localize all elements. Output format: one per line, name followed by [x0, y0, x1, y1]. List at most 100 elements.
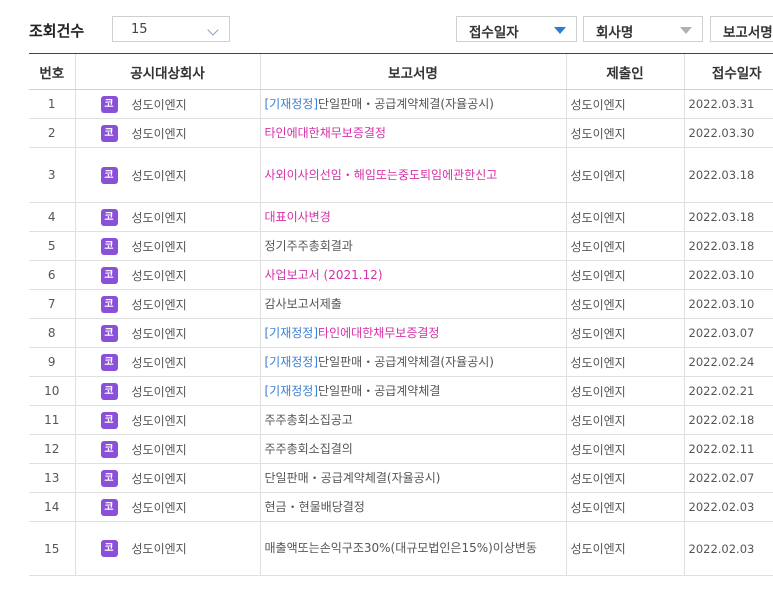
report-cell: 사외이사의선임・해임또는중도퇴임에관한신고 — [259, 147, 566, 203]
result-count-select[interactable]: 15 — [112, 16, 230, 42]
company-link[interactable]: 성도이엔지 — [132, 296, 187, 313]
kosdaq-badge-icon: 코 — [100, 540, 118, 557]
company-link[interactable]: 성도이엔지 — [132, 167, 187, 184]
table-row: 14 코 성도이엔지 현금・현물배당결정 성도이엔지 2022.02.03 — [29, 492, 773, 522]
report-title-link[interactable]: 타인에대한채무보증결정 — [265, 126, 386, 140]
report-title-link[interactable]: 감사보고서제출 — [265, 297, 342, 311]
company-link[interactable]: 성도이엔지 — [132, 499, 187, 516]
company-cell: 코 성도이엔지 — [74, 376, 260, 406]
company-cell: 코 성도이엔지 — [74, 492, 260, 522]
header-date[interactable]: 접수일자 — [683, 53, 773, 90]
report-title-link[interactable]: 현금・현물배당결정 — [265, 500, 365, 514]
report-title-link[interactable]: 사외이사의선임・해임또는중도퇴임에관한신고 — [265, 168, 498, 182]
report-title-link[interactable]: 단일판매・공급계약체결(자율공시) — [318, 97, 494, 111]
row-number: 13 — [29, 463, 75, 493]
report-cell: 단일판매・공급계약체결(자율공시) — [259, 463, 566, 493]
company-link[interactable]: 성도이엔지 — [132, 209, 187, 226]
row-number: 12 — [29, 434, 75, 464]
submitter-cell: 성도이엔지 — [565, 434, 684, 464]
row-number: 9 — [29, 347, 75, 377]
submitter-cell: 성도이엔지 — [565, 463, 684, 493]
company-link[interactable]: 성도이엔지 — [132, 96, 187, 113]
kosdaq-badge-icon: 코 — [100, 266, 118, 284]
sort-by-company-button[interactable]: 회사명 — [583, 16, 703, 42]
kosdaq-badge-icon: 코 — [100, 498, 118, 516]
kosdaq-badge-icon: 코 — [100, 469, 118, 487]
date-cell: 2022.02.21 — [683, 376, 773, 406]
report-title-link[interactable]: 사업보고서 (2021.12) — [265, 268, 383, 282]
report-title-link[interactable]: 주주총회소집결의 — [265, 442, 353, 456]
date-cell: 2022.03.18 — [683, 202, 773, 232]
table-row: 8 코 성도이엔지 [기재정정]타인에대한채무보증결정 성도이엔지 2022.03.07 — [29, 318, 773, 348]
correction-prefix[interactable]: [기재정정] — [265, 355, 319, 369]
company-link[interactable]: 성도이엔지 — [132, 540, 187, 557]
company-link[interactable]: 성도이엔지 — [132, 267, 187, 284]
header-submitter[interactable]: 제출인 — [565, 53, 684, 90]
table-row: 12 코 성도이엔지 주주총회소집결의 성도이엔지 2022.02.11 — [29, 434, 773, 464]
submitter-cell: 성도이엔지 — [565, 492, 684, 522]
row-number: 11 — [29, 405, 75, 435]
report-cell: 정기주주총회결과 — [259, 231, 566, 261]
submitter-cell: 성도이엔지 — [565, 147, 684, 203]
sort-by-date-button[interactable]: 접수일자 — [456, 16, 577, 42]
report-title-link[interactable]: 단일판매・공급계약체결(자율공시) — [318, 355, 494, 369]
report-cell: [기재정정]단일판매・공급계약체결(자율공시) — [259, 89, 566, 119]
submitter-cell: 성도이엔지 — [565, 347, 684, 377]
submitter-cell: 성도이엔지 — [565, 118, 684, 148]
report-title-link[interactable]: 매출액또는손익구조30%(대규모법인은15%)이상변동 — [265, 541, 537, 555]
report-cell: 타인에대한채무보증결정 — [259, 118, 566, 148]
company-cell: 코 성도이엔지 — [74, 521, 260, 576]
report-cell: 주주총회소집공고 — [259, 405, 566, 435]
company-link[interactable]: 성도이엔지 — [132, 238, 187, 255]
date-cell: 2022.03.30 — [683, 118, 773, 148]
report-cell: 주주총회소집결의 — [259, 434, 566, 464]
disclosure-table: 번호 공시대상회사 보고서명 제출인 접수일자 1 코 성도이엔지 [기재정정]단일판… — [29, 53, 773, 576]
correction-prefix[interactable]: [기재정정] — [265, 97, 319, 111]
table-row: 3 코 성도이엔지 사외이사의선임・해임또는중도퇴임에관한신고 성도이엔지 2022.03… — [29, 147, 773, 203]
kosdaq-badge-icon: 코 — [100, 440, 118, 458]
kosdaq-badge-icon: 코 — [100, 295, 118, 313]
row-number: 1 — [29, 89, 75, 119]
row-number: 10 — [29, 376, 75, 406]
kosdaq-badge-icon: 코 — [100, 237, 118, 255]
table-row: 9 코 성도이엔지 [기재정정]단일판매・공급계약체결(자율공시) 성도이엔지 2022.… — [29, 347, 773, 377]
date-cell: 2022.02.18 — [683, 405, 773, 435]
report-cell: [기재정정]타인에대한채무보증결정 — [259, 318, 566, 348]
row-number: 5 — [29, 231, 75, 261]
date-cell: 2022.03.07 — [683, 318, 773, 348]
row-number: 7 — [29, 289, 75, 319]
report-title-link[interactable]: 단일판매・공급계약체결(자율공시) — [265, 471, 441, 485]
company-link[interactable]: 성도이엔지 — [132, 325, 187, 342]
company-link[interactable]: 성도이엔지 — [132, 354, 187, 371]
header-company[interactable]: 공시대상회사 — [74, 53, 260, 90]
report-title-link[interactable]: 타인에대한채무보증결정 — [318, 326, 439, 340]
company-cell: 코 성도이엔지 — [74, 434, 260, 464]
report-title-link[interactable]: 대표이사변경 — [265, 210, 331, 224]
row-number: 15 — [29, 521, 75, 576]
report-cell: 사업보고서 (2021.12) — [259, 260, 566, 290]
company-link[interactable]: 성도이엔지 — [132, 470, 187, 487]
report-title-link[interactable]: 단일판매・공급계약체결 — [318, 384, 440, 398]
table-row: 13 코 성도이엔지 단일판매・공급계약체결(자율공시) 성도이엔지 2022.02.07 — [29, 463, 773, 493]
correction-prefix[interactable]: [기재정정] — [265, 384, 319, 398]
company-link[interactable]: 성도이엔지 — [132, 412, 187, 429]
sort-by-report-label: 보고서명 — [723, 25, 773, 41]
toolbar: 조회건수 15 접수일자 회사명 보고서명 — [0, 0, 773, 46]
submitter-cell: 성도이엔지 — [565, 405, 684, 435]
company-link[interactable]: 성도이엔지 — [132, 383, 187, 400]
company-link[interactable]: 성도이엔지 — [132, 441, 187, 458]
report-title-link[interactable]: 주주총회소집공고 — [265, 413, 353, 427]
kosdaq-badge-icon: 코 — [100, 166, 118, 184]
sort-by-company-label: 회사명 — [596, 25, 634, 41]
row-number: 6 — [29, 260, 75, 290]
report-title-link[interactable]: 정기주주총회결과 — [265, 239, 353, 253]
sort-by-report-button[interactable]: 보고서명 — [710, 16, 773, 42]
kosdaq-badge-icon: 코 — [100, 382, 118, 400]
header-report[interactable]: 보고서명 — [259, 53, 566, 90]
company-link[interactable]: 성도이엔지 — [132, 125, 187, 142]
date-cell: 2022.03.10 — [683, 260, 773, 290]
table-row: 15 코 성도이엔지 매출액또는손익구조30%(대규모법인은15%)이상변동 성도이엔지… — [29, 521, 773, 576]
header-number[interactable]: 번호 — [29, 53, 75, 90]
company-cell: 코 성도이엔지 — [74, 147, 260, 203]
correction-prefix[interactable]: [기재정정] — [265, 326, 319, 340]
